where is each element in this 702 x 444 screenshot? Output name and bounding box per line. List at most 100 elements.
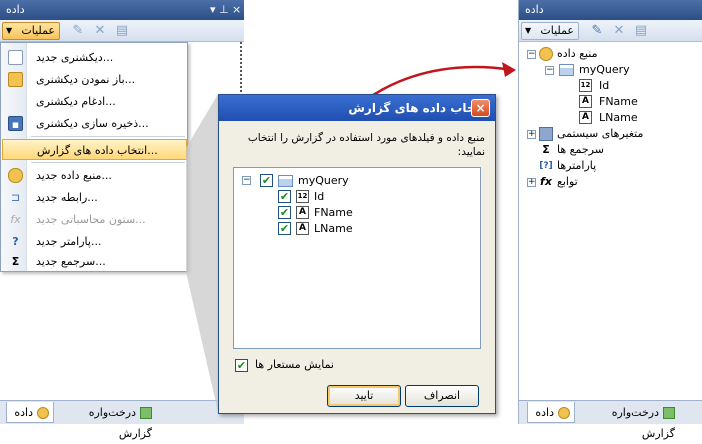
- select-data-icon: [9, 143, 24, 158]
- source-label: myQuery: [298, 174, 349, 187]
- menu-item-open-dictionary[interactable]: ...باز نمودن دیکشنری: [2, 69, 187, 90]
- tree-item-system-variables[interactable]: + متغیرهای سیستمی: [527, 126, 697, 142]
- field-label: Id: [314, 190, 325, 203]
- calc-column-icon: fx: [10, 213, 21, 226]
- operations-label: عملیات: [540, 24, 574, 37]
- tree-item-parameters[interactable]: [?] پارامترها: [527, 158, 697, 174]
- pin-icon[interactable]: ▾ ⊥: [210, 0, 229, 20]
- operations-button[interactable]: ▼ عملیات: [521, 22, 579, 40]
- tree-item-label: Id: [599, 79, 610, 92]
- field-label: LName: [314, 222, 353, 235]
- parameter-icon: [?]: [539, 161, 553, 171]
- menu-item-new-dictionary[interactable]: ...دیکشنری جدید: [2, 47, 187, 68]
- expand-icon[interactable]: +: [527, 130, 536, 139]
- tab-report-tree[interactable]: درخت‌واره گزارش: [579, 402, 679, 440]
- collapse-icon[interactable]: −: [545, 66, 554, 75]
- system-vars-icon: [539, 127, 553, 141]
- menu-item-new-relation[interactable]: ⊏ ...رابطه جدید: [2, 187, 187, 208]
- tree-item-field[interactable]: A FName: [579, 94, 689, 110]
- field-checkbox[interactable]: ✔: [278, 206, 291, 219]
- tree-item-functions[interactable]: + fx توابع: [527, 174, 697, 190]
- merge-icon: [8, 94, 23, 109]
- function-icon: fx: [540, 175, 552, 188]
- tab-label: داده: [535, 406, 554, 419]
- cancel-button[interactable]: انصراف: [405, 385, 479, 407]
- menu-item-new-total[interactable]: Σ ...سرجمع جدید: [2, 251, 187, 272]
- tab-data[interactable]: داده: [527, 402, 575, 423]
- menu-item-label: ...رابطه جدید: [36, 191, 98, 204]
- menu-item-label: ...ادغام دیکشنری: [36, 95, 116, 108]
- panel-tabs: داده درخت‌واره گزارش: [0, 400, 244, 440]
- expand-icon[interactable]: +: [527, 178, 536, 187]
- delete-icon[interactable]: ✕: [611, 23, 627, 39]
- collapse-icon[interactable]: −: [527, 50, 536, 59]
- table-icon: [278, 175, 293, 187]
- tree-item-label: سرجمع ها: [557, 143, 604, 156]
- edit-icon[interactable]: ✎: [70, 23, 86, 39]
- source-checkbox[interactable]: ✔: [260, 174, 273, 187]
- tree-item-totals[interactable]: Σ سرجمع ها: [527, 142, 697, 158]
- menu-item-new-data-source[interactable]: ...منبع داده جدید: [2, 165, 187, 186]
- tree-item-data-source[interactable]: − منبع داده: [527, 46, 697, 62]
- edit-icon[interactable]: ✎: [589, 23, 605, 39]
- tab-data[interactable]: داده: [6, 402, 54, 423]
- operations-menu: ...دیکشنری جدید ...باز نمودن دیکشنری ...…: [0, 42, 188, 272]
- menu-item-merge-dictionary[interactable]: ...ادغام دیکشنری: [2, 91, 187, 112]
- field-checkbox[interactable]: ✔: [278, 190, 291, 203]
- data-panel-right: داده ▼ عملیات ✎ ✕ ▤ − منبع داده − myQuer…: [518, 0, 702, 440]
- text-field-icon: A: [579, 95, 592, 108]
- collapse-icon[interactable]: −: [242, 176, 251, 185]
- data-tree: − ✔ myQuery ✔ 12 Id ✔ A FName ✔ A LName: [233, 167, 481, 349]
- dialog-title: انتخاب داده های گزارش: [348, 101, 489, 115]
- sum-icon: Σ: [542, 143, 550, 156]
- delete-icon[interactable]: ✕: [92, 23, 108, 39]
- close-icon[interactable]: ×: [232, 0, 241, 20]
- menu-item-label: ...سرجمع جدید: [36, 255, 106, 268]
- data-panel-left: ▾ ⊥ × داده ▼ عملیات ✎ ✕ ▤ ...دیکشنری جدی…: [0, 0, 244, 440]
- tree-row-field: ✔ A FName: [278, 205, 458, 221]
- menu-separator: [31, 136, 185, 137]
- tree-row-field: ✔ 12 Id: [278, 189, 458, 205]
- tree-item-label: متغیرهای سیستمی: [557, 127, 644, 140]
- close-button[interactable]: ×: [471, 99, 490, 117]
- arrow-head-icon: [502, 62, 516, 77]
- properties-icon[interactable]: ▤: [633, 23, 649, 39]
- operations-button[interactable]: ▼ عملیات: [2, 22, 60, 40]
- chevron-down-icon: ▼: [525, 26, 532, 35]
- tree-item-field[interactable]: 12 Id: [579, 78, 689, 94]
- save-icon: ▪: [8, 116, 23, 131]
- text-field-icon: A: [296, 222, 309, 235]
- dialog-title-bar: انتخاب داده های گزارش: [219, 95, 495, 121]
- menu-item-label: ...ذخیره سازی دیکشنری: [36, 117, 149, 130]
- menu-separator: [31, 162, 185, 163]
- panel-title-bar: داده: [519, 0, 702, 20]
- tree-item-label: منبع داده: [557, 47, 598, 60]
- relation-icon: ⊏: [10, 191, 21, 204]
- dialog-description: منبع داده و فیلدهای مورد استفاده در گزار…: [247, 132, 485, 158]
- panel-title-bar: ▾ ⊥ × داده: [0, 0, 244, 20]
- database-icon: [558, 407, 570, 419]
- field-checkbox[interactable]: ✔: [278, 222, 291, 235]
- properties-icon[interactable]: ▤: [114, 23, 130, 39]
- panel-toolbar: ▼ عملیات ✎ ✕ ▤: [519, 20, 702, 42]
- ok-button[interactable]: تایید: [327, 385, 401, 407]
- tab-report-tree[interactable]: درخت‌واره گزارش: [58, 402, 156, 440]
- panel-toolbar: ▼ عملیات ✎ ✕ ▤: [0, 20, 244, 42]
- numeric-field-icon: 12: [579, 79, 592, 92]
- tree-item-label: LName: [599, 111, 638, 124]
- tree-item-myquery[interactable]: − myQuery: [545, 62, 695, 78]
- report-tree-icon: [140, 407, 152, 419]
- panel-title: داده: [6, 3, 25, 16]
- menu-item-save-dictionary[interactable]: ▪ ...ذخیره سازی دیکشنری: [2, 113, 187, 134]
- chevron-down-icon: ▼: [6, 26, 13, 35]
- menu-item-label: ...انتخاب داده های گزارش: [37, 144, 158, 157]
- text-field-icon: A: [579, 111, 592, 124]
- menu-item-label: ...ستون محاسباتی جدید: [36, 213, 146, 226]
- table-icon: [559, 64, 574, 76]
- tree-item-field[interactable]: A LName: [579, 110, 689, 126]
- show-aliases-checkbox[interactable]: ✔: [235, 359, 248, 372]
- menu-item-label: ...منبع داده جدید: [36, 169, 112, 182]
- menu-item-select-report-data[interactable]: ...انتخاب داده های گزارش: [2, 139, 187, 160]
- menu-item-label: ...پارامتر جدید: [36, 235, 102, 248]
- menu-item-new-parameter[interactable]: ? ...پارامتر جدید: [2, 231, 187, 252]
